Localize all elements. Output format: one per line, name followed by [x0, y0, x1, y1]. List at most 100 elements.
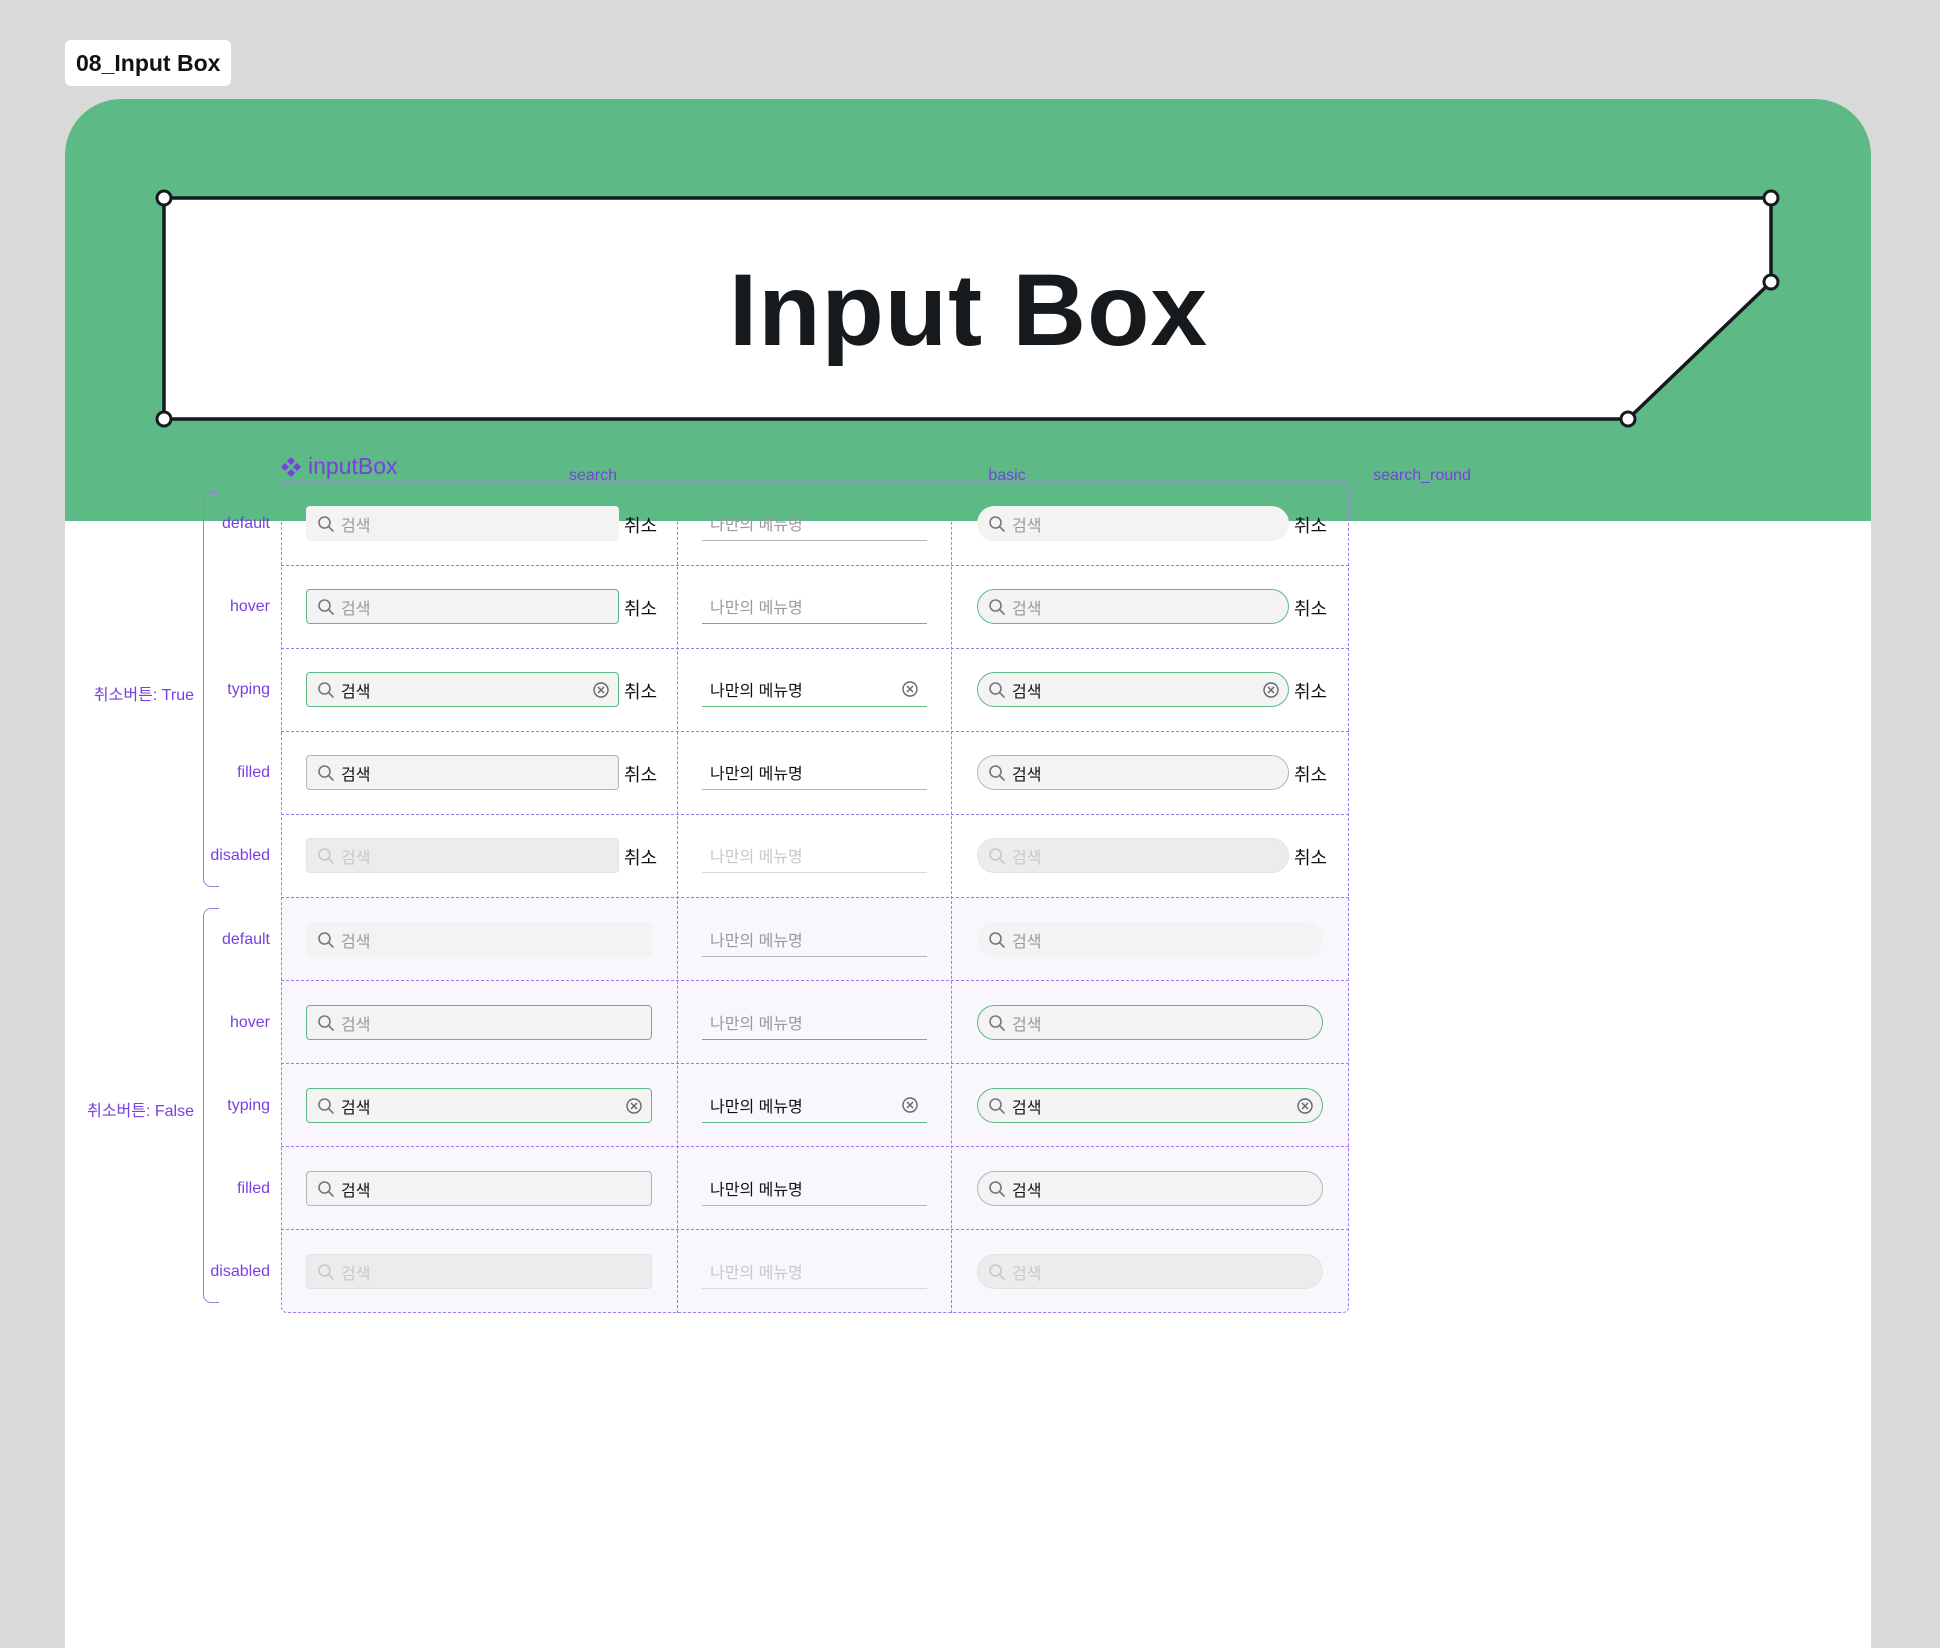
- column-label-search-round: search_round: [1373, 467, 1471, 484]
- row-label-typing: typing: [227, 681, 270, 698]
- search-round-input-default[interactable]: 검색: [977, 506, 1289, 541]
- cancel-button[interactable]: 취소: [624, 761, 657, 787]
- input-value: 나만의 메뉴명: [710, 1099, 803, 1116]
- basic-input-filled[interactable]: 나만의 메뉴명: [702, 755, 927, 790]
- cancel-button[interactable]: 취소: [1294, 595, 1327, 621]
- basic-input-typing[interactable]: 나만의 메뉴명: [702, 1088, 927, 1123]
- search-round-input-filled[interactable]: 검색: [977, 1171, 1323, 1206]
- page-tag-label: 08_Input Box: [76, 49, 221, 76]
- cancel-button[interactable]: 취소: [1294, 678, 1327, 704]
- basic-input-hover[interactable]: 나만의 메뉴명: [702, 1005, 927, 1040]
- search-input-filled[interactable]: 검색: [306, 1171, 652, 1206]
- input-value: 검색: [341, 1099, 371, 1117]
- search-round-input-default[interactable]: 검색: [977, 922, 1323, 957]
- search-input-default[interactable]: 검색: [306, 922, 652, 957]
- search-round-input-typing[interactable]: 검색: [977, 1088, 1323, 1123]
- grid-row-divider: [281, 1063, 1349, 1064]
- grid-row-divider: [281, 897, 1349, 898]
- cancel-button[interactable]: 취소: [624, 678, 657, 704]
- input-value: 검색: [341, 766, 371, 784]
- component-name: inputBox: [308, 453, 398, 479]
- basic-input-filled[interactable]: 나만의 메뉴명: [702, 1171, 927, 1206]
- grid-row-divider: [281, 1229, 1349, 1230]
- clear-icon[interactable]: [901, 680, 919, 703]
- component-diamond-icon: [281, 456, 301, 477]
- search-round-input-typing[interactable]: 검색: [977, 672, 1289, 707]
- input-value: 나만의 메뉴명: [710, 1182, 803, 1199]
- grid-column-divider: [677, 482, 678, 1313]
- basic-input-disabled: 나만의 메뉴명: [702, 838, 927, 873]
- search-input-hover[interactable]: 검색: [306, 589, 619, 624]
- search-icon: [317, 515, 335, 533]
- search-round-input-disabled: 검색: [977, 838, 1289, 873]
- input-placeholder: 검색: [341, 1016, 371, 1034]
- cancel-button[interactable]: 취소: [1294, 761, 1327, 787]
- hero-title: Input Box: [728, 252, 1209, 367]
- row-label-typing: typing: [227, 1097, 270, 1114]
- grid-row-divider: [281, 814, 1349, 815]
- component-title: inputBox: [280, 453, 398, 480]
- input-placeholder: 나만의 메뉴명: [710, 1265, 803, 1282]
- search-icon: [317, 1180, 335, 1198]
- grid-row-divider: [281, 648, 1349, 649]
- grid-row-divider: [281, 1146, 1349, 1147]
- search-icon: [317, 931, 335, 949]
- input-value: 나만의 메뉴명: [710, 766, 803, 783]
- input-placeholder: 검색: [1012, 933, 1042, 951]
- search-icon: [988, 931, 1006, 949]
- clear-icon[interactable]: [592, 681, 610, 704]
- input-placeholder: 검색: [341, 517, 371, 535]
- search-input-default[interactable]: 검색: [306, 506, 619, 541]
- input-placeholder: 나만의 메뉴명: [710, 933, 803, 950]
- search-input-disabled: 검색: [306, 1254, 652, 1289]
- cancel-button[interactable]: 취소: [1294, 844, 1327, 870]
- basic-input-disabled: 나만의 메뉴명: [702, 1254, 927, 1289]
- row-label-hover: hover: [229, 598, 270, 615]
- search-icon: [988, 598, 1006, 616]
- row-label-filled: filled: [237, 1180, 270, 1197]
- clear-icon[interactable]: [1262, 681, 1280, 704]
- search-round-input-hover[interactable]: 검색: [977, 589, 1289, 624]
- grid-row-divider: [281, 565, 1349, 566]
- search-icon: [988, 1097, 1006, 1115]
- search-icon: [988, 681, 1006, 699]
- search-round-input-disabled: 검색: [977, 1254, 1323, 1289]
- basic-input-hover[interactable]: 나만의 메뉴명: [702, 589, 927, 624]
- search-icon: [317, 1097, 335, 1115]
- search-icon: [988, 515, 1006, 533]
- clear-icon[interactable]: [901, 1096, 919, 1119]
- search-icon: [317, 1263, 335, 1281]
- row-label-hover: hover: [229, 1014, 270, 1031]
- input-placeholder: 검색: [1012, 1016, 1042, 1034]
- cancel-button[interactable]: 취소: [624, 844, 657, 870]
- input-placeholder: 나만의 메뉴명: [710, 849, 803, 866]
- search-round-input-filled[interactable]: 검색: [977, 755, 1289, 790]
- search-input-filled[interactable]: 검색: [306, 755, 619, 790]
- input-placeholder: 검색: [1012, 517, 1042, 535]
- basic-input-typing[interactable]: 나만의 메뉴명: [702, 672, 927, 707]
- grid-column-divider: [951, 482, 952, 1313]
- input-placeholder: 검색: [341, 849, 371, 867]
- basic-input-default[interactable]: 나만의 메뉴명: [702, 506, 927, 541]
- cancel-button[interactable]: 취소: [624, 512, 657, 538]
- input-value: 검색: [1012, 1182, 1042, 1200]
- search-round-input-hover[interactable]: 검색: [977, 1005, 1323, 1040]
- cancel-button[interactable]: 취소: [1294, 512, 1327, 538]
- search-icon: [317, 847, 335, 865]
- search-input-typing[interactable]: 검색: [306, 672, 619, 707]
- search-input-typing[interactable]: 검색: [306, 1088, 652, 1123]
- input-value: 검색: [341, 1182, 371, 1200]
- clear-icon[interactable]: [1296, 1097, 1314, 1120]
- clear-icon[interactable]: [625, 1097, 643, 1120]
- row-label-disabled: disabled: [210, 1263, 270, 1280]
- search-icon: [988, 1014, 1006, 1032]
- cancel-button[interactable]: 취소: [624, 595, 657, 621]
- basic-input-default[interactable]: 나만의 메뉴명: [702, 922, 927, 957]
- search-input-hover[interactable]: 검색: [306, 1005, 652, 1040]
- search-icon: [317, 598, 335, 616]
- input-placeholder: 검색: [341, 933, 371, 951]
- input-value: 검색: [341, 683, 371, 701]
- input-placeholder: 검색: [341, 600, 371, 618]
- row-label-default: default: [221, 515, 270, 532]
- search-icon: [988, 1180, 1006, 1198]
